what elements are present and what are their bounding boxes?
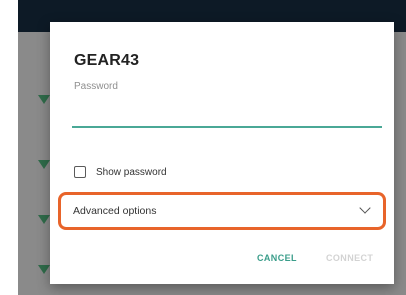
wifi-icon (38, 215, 50, 224)
advanced-options-label[interactable]: Advanced options (73, 205, 156, 217)
screen: GEAR43 Password Show password Advanced o… (0, 0, 406, 295)
password-field[interactable] (72, 112, 382, 128)
wifi-password-dialog: GEAR43 Password Show password Advanced o… (50, 22, 394, 284)
show-password-label[interactable]: Show password (96, 167, 167, 178)
wifi-icon (38, 160, 50, 169)
connect-button[interactable]: CONNECT (326, 253, 373, 263)
chevron-down-icon[interactable] (359, 202, 371, 214)
cancel-button[interactable]: CANCEL (257, 253, 297, 263)
network-name-title: GEAR43 (74, 52, 140, 69)
password-label: Password (74, 81, 118, 92)
show-password-row[interactable]: Show password (74, 166, 167, 178)
show-password-checkbox[interactable] (74, 166, 86, 178)
wifi-icon (38, 95, 50, 104)
advanced-options-dropdown[interactable]: Advanced options (58, 192, 386, 230)
wifi-icon (38, 265, 50, 274)
